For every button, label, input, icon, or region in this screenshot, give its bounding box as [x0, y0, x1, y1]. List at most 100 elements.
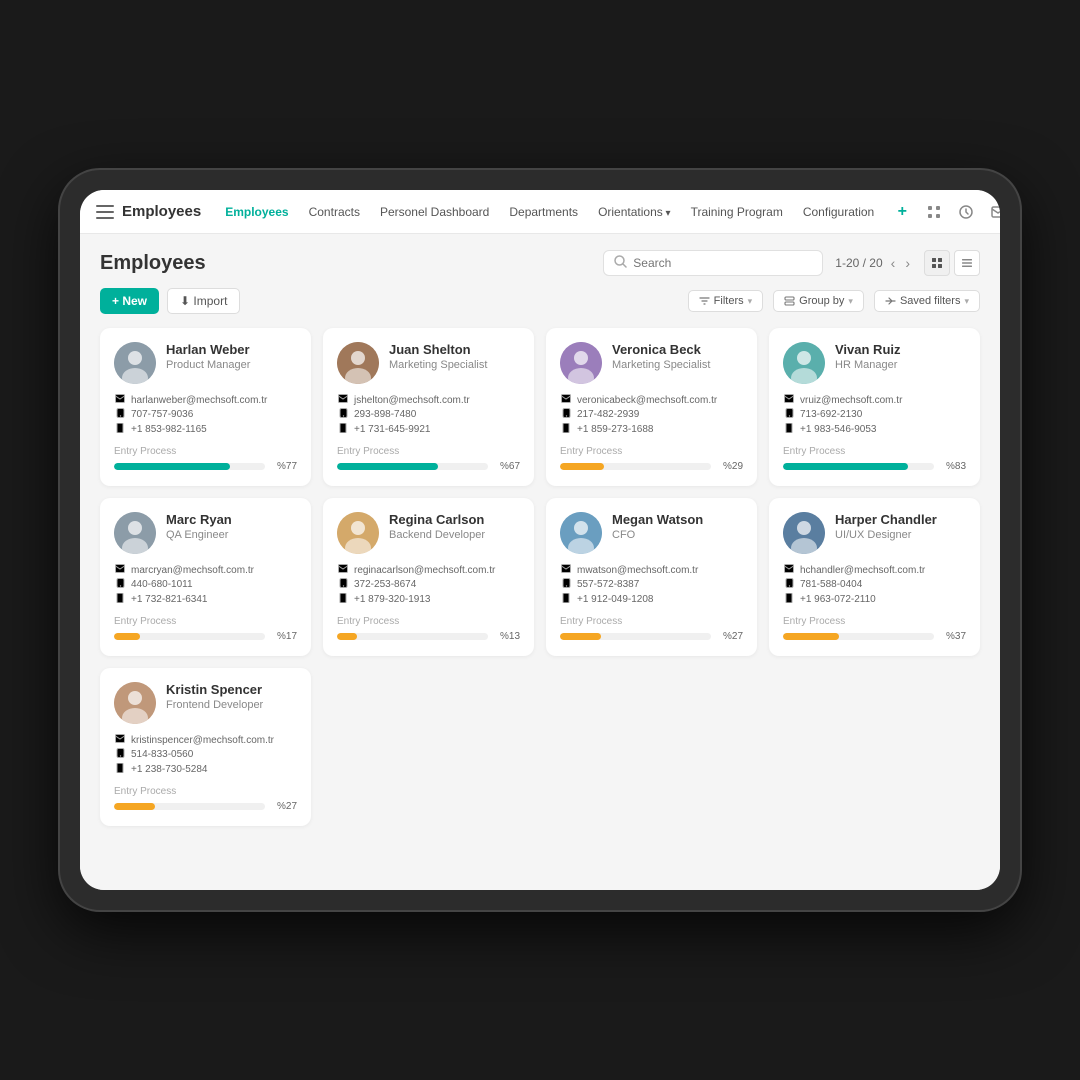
- nav-link-orientations[interactable]: Orientations: [590, 201, 679, 223]
- hamburger-menu-icon[interactable]: [96, 205, 114, 219]
- employee-mobile: +1 732-821-6341: [114, 593, 297, 606]
- group-by-button[interactable]: Group by ▾: [773, 290, 864, 312]
- employee-card[interactable]: Megan Watson CFO mwatson@mechsoft.com.tr…: [546, 498, 757, 656]
- pagination-info: 1-20 / 20 ‹ ›: [835, 253, 912, 273]
- employee-name: Kristin Spencer: [166, 682, 297, 699]
- employee-role: QA Engineer: [166, 529, 297, 541]
- avatar: [337, 342, 379, 384]
- progress-percent: %27: [719, 631, 743, 642]
- employee-mobile: +1 983-546-9053: [783, 423, 966, 436]
- saved-filters-button[interactable]: Saved filters ▾: [874, 290, 980, 312]
- email-icon: [783, 564, 795, 576]
- employee-card[interactable]: Harper Chandler UI/UX Designer hchandler…: [769, 498, 980, 656]
- avatar: [114, 512, 156, 554]
- phone-icon: [337, 578, 349, 591]
- import-button[interactable]: ⬇ Import: [167, 288, 240, 314]
- employee-mobile: +1 879-320-1913: [337, 593, 520, 606]
- progress-fill: [337, 633, 357, 640]
- filters-button[interactable]: Filters ▾: [688, 290, 763, 312]
- employee-email: vruiz@mechsoft.com.tr: [783, 394, 966, 406]
- prev-page-button[interactable]: ‹: [889, 253, 898, 273]
- employee-email: veronicabeck@mechsoft.com.tr: [560, 394, 743, 406]
- employee-name: Harper Chandler: [835, 512, 966, 529]
- clock-icon[interactable]: [954, 200, 978, 224]
- avatar: [783, 512, 825, 554]
- employee-card[interactable]: Harlan Weber Product Manager harlanweber…: [100, 328, 311, 486]
- phone-icon: [114, 578, 126, 591]
- new-button[interactable]: + New: [100, 288, 159, 314]
- employee-phone: 781-588-0404: [783, 578, 966, 591]
- nav-link-departments[interactable]: Departments: [501, 201, 586, 223]
- phone-icon: [114, 748, 126, 761]
- employee-card[interactable]: Vivan Ruiz HR Manager vruiz@mechsoft.com…: [769, 328, 980, 486]
- progress-bar: [560, 633, 711, 640]
- progress-bar: [114, 803, 265, 810]
- employee-mobile: +1 238-730-5284: [114, 763, 297, 776]
- email-icon: [114, 734, 126, 746]
- employee-card[interactable]: Veronica Beck Marketing Specialist veron…: [546, 328, 757, 486]
- employee-role: Marketing Specialist: [389, 359, 520, 371]
- next-page-button[interactable]: ›: [903, 253, 912, 273]
- view-toggles: [924, 250, 980, 276]
- employee-phone: 713-692-2130: [783, 408, 966, 421]
- progress-fill: [114, 633, 140, 640]
- toolbar-left: + New ⬇ Import: [100, 288, 240, 314]
- employee-card[interactable]: Regina Carlson Backend Developer reginac…: [323, 498, 534, 656]
- nav-link-employees[interactable]: Employees: [217, 201, 296, 223]
- grid-view-button[interactable]: [924, 250, 950, 276]
- progress-percent: %67: [496, 461, 520, 472]
- employee-name: Juan Shelton: [389, 342, 520, 359]
- employee-phone: 217-482-2939: [560, 408, 743, 421]
- search-input[interactable]: [633, 256, 812, 270]
- add-icon[interactable]: +: [890, 200, 914, 224]
- nav-link-contracts[interactable]: Contracts: [301, 201, 368, 223]
- employee-phone: 557-572-8387: [560, 578, 743, 591]
- entry-process-label: Entry Process: [114, 616, 297, 627]
- employee-email: reginacarlson@mechsoft.com.tr: [337, 564, 520, 576]
- employee-name: Megan Watson: [612, 512, 743, 529]
- nav-link-personel-dashboard[interactable]: Personel Dashboard: [372, 201, 497, 223]
- progress-bar: [114, 633, 265, 640]
- mobile-icon: [560, 593, 572, 606]
- progress-fill: [114, 463, 230, 470]
- phone-icon: [114, 408, 126, 421]
- employee-email: jshelton@mechsoft.com.tr: [337, 394, 520, 406]
- content-area: Employees 1-20 / 20 ‹: [80, 234, 1000, 890]
- nav-actions: +: [890, 199, 1000, 225]
- apps-icon[interactable]: [922, 200, 946, 224]
- mail-icon[interactable]: [986, 200, 1000, 224]
- employee-mobile: +1 859-273-1688: [560, 423, 743, 436]
- progress-fill: [783, 463, 908, 470]
- list-view-button[interactable]: [954, 250, 980, 276]
- employee-name: Vivan Ruiz: [835, 342, 966, 359]
- mobile-icon: [337, 423, 349, 436]
- new-button-label: + New: [112, 294, 147, 308]
- entry-process-label: Entry Process: [337, 446, 520, 457]
- group-icon: [784, 296, 795, 306]
- nav-link-training-program[interactable]: Training Program: [683, 201, 791, 223]
- email-icon: [783, 394, 795, 406]
- employee-role: Backend Developer: [389, 529, 520, 541]
- employee-card[interactable]: Juan Shelton Marketing Specialist jshelt…: [323, 328, 534, 486]
- progress-fill: [114, 803, 155, 810]
- employee-card[interactable]: Kristin Spencer Frontend Developer krist…: [100, 668, 311, 826]
- progress-bar: [337, 463, 488, 470]
- avatar: [114, 342, 156, 384]
- search-bar[interactable]: [603, 250, 823, 276]
- email-icon: [337, 564, 349, 576]
- entry-process-label: Entry Process: [114, 446, 297, 457]
- employee-card[interactable]: Marc Ryan QA Engineer marcryan@mechsoft.…: [100, 498, 311, 656]
- progress-percent: %29: [719, 461, 743, 472]
- employee-phone: 440-680-1011: [114, 578, 297, 591]
- employee-email: marcryan@mechsoft.com.tr: [114, 564, 297, 576]
- import-button-label: ⬇ Import: [180, 294, 227, 308]
- employee-name: Harlan Weber: [166, 342, 297, 359]
- avatar: [783, 342, 825, 384]
- mobile-icon: [783, 423, 795, 436]
- employee-mobile: +1 853-982-1165: [114, 423, 297, 436]
- employee-role: CFO: [612, 529, 743, 541]
- progress-fill: [783, 633, 839, 640]
- entry-process-label: Entry Process: [783, 446, 966, 457]
- nav-link-configuration[interactable]: Configuration: [795, 201, 882, 223]
- progress-percent: %77: [273, 461, 297, 472]
